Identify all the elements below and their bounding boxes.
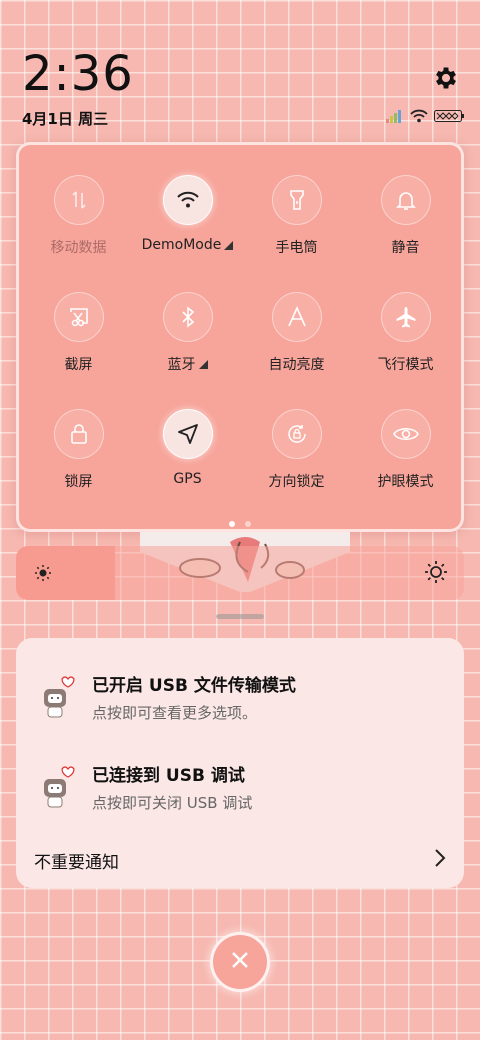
screenshot-icon bbox=[67, 305, 91, 329]
toggle-label: 自动亮度 bbox=[268, 357, 325, 373]
toggle-button[interactable] bbox=[271, 409, 322, 459]
toggle-label-wrap: 蓝牙 bbox=[168, 354, 208, 374]
battery-icon bbox=[434, 108, 464, 127]
toggle-tile[interactable]: 蓝牙 bbox=[133, 292, 242, 389]
flashlight-icon bbox=[286, 188, 308, 212]
toggle-tile[interactable]: 静音 bbox=[351, 175, 460, 272]
toggle-label-wrap: 截屏 bbox=[65, 354, 93, 374]
toggle-button[interactable] bbox=[380, 409, 431, 459]
toggle-label-wrap: 静音 bbox=[392, 237, 420, 257]
notification-card: 已开启 USB 文件传输模式 点按即可查看更多选项。 已连接到 USB 调试 点… bbox=[16, 638, 464, 888]
brightness-slider[interactable] bbox=[16, 546, 464, 600]
toggle-label: 锁屏 bbox=[64, 474, 93, 490]
page-dot-active bbox=[229, 521, 235, 527]
toggle-button[interactable] bbox=[53, 175, 104, 225]
toggle-button[interactable] bbox=[53, 409, 104, 459]
toggle-tile[interactable]: 方向锁定 bbox=[242, 409, 351, 506]
wifi-icon bbox=[176, 190, 200, 210]
toggle-tile[interactable]: 手电筒 bbox=[242, 175, 351, 272]
notification-usb-debug[interactable]: 已连接到 USB 调试 点按即可关闭 USB 调试 bbox=[36, 752, 446, 822]
toggle-label-wrap: 方向锁定 bbox=[269, 471, 325, 491]
notification-body: 点按即可关闭 USB 调试 bbox=[92, 794, 253, 812]
toggle-button[interactable] bbox=[271, 292, 322, 342]
chevron-right-icon[interactable] bbox=[434, 848, 446, 872]
signal-icon bbox=[386, 108, 404, 127]
toggle-label-wrap: GPS bbox=[173, 471, 201, 487]
toggle-tile[interactable]: 移动数据 bbox=[24, 175, 133, 272]
toggle-button[interactable] bbox=[271, 175, 322, 225]
app-mascot-icon bbox=[36, 763, 84, 811]
toggle-button[interactable] bbox=[162, 175, 213, 225]
page-dot bbox=[245, 521, 251, 527]
toggle-label: 方向锁定 bbox=[268, 474, 325, 490]
bluetooth-icon bbox=[178, 305, 198, 329]
toggle-tile[interactable]: DemoMode bbox=[133, 175, 242, 272]
toggle-tile[interactable]: 飞行模式 bbox=[351, 292, 460, 389]
expand-triangle-icon[interactable] bbox=[198, 359, 208, 369]
airplane-icon bbox=[394, 305, 418, 329]
control-center-panel: 移动数据 DemoMode 手电筒 静音截屏 蓝牙 自动亮度 飞行模式锁屏 GPS 方向锁定 护眼… bbox=[16, 142, 464, 532]
notification-body: 点按即可查看更多选项。 bbox=[92, 704, 258, 722]
clock: 2:36 bbox=[22, 46, 134, 102]
location-arrow-icon bbox=[176, 422, 200, 446]
brightness-fill bbox=[16, 546, 115, 600]
app-mascot-icon bbox=[36, 673, 84, 721]
status-icons bbox=[386, 108, 464, 127]
auto-brightness-icon bbox=[285, 305, 309, 329]
rotation-lock-icon bbox=[285, 422, 309, 446]
bell-icon bbox=[395, 188, 417, 212]
toggle-label-wrap: 护眼模式 bbox=[378, 471, 434, 491]
close-icon bbox=[231, 951, 249, 973]
toggle-label-wrap: 移动数据 bbox=[51, 237, 107, 257]
expand-triangle-icon[interactable] bbox=[224, 240, 234, 250]
date: 4月1日 周三 bbox=[22, 110, 109, 128]
brightness-low-icon bbox=[34, 564, 52, 586]
brightness-high-icon bbox=[424, 560, 448, 588]
notification-usb-transfer[interactable]: 已开启 USB 文件传输模式 点按即可查看更多选项。 bbox=[36, 662, 446, 732]
notification-title: 已连接到 USB 调试 bbox=[92, 766, 245, 786]
toggle-button[interactable] bbox=[380, 292, 431, 342]
less-important-notifications[interactable]: 不重要通知 bbox=[34, 848, 119, 873]
toggle-label: 截屏 bbox=[64, 357, 93, 373]
toggle-label-wrap: 自动亮度 bbox=[269, 354, 325, 374]
toggle-button[interactable] bbox=[162, 409, 213, 459]
eye-icon bbox=[392, 424, 419, 444]
lock-icon bbox=[68, 422, 90, 446]
toggle-button[interactable] bbox=[162, 292, 213, 342]
toggle-label: GPS bbox=[173, 471, 202, 487]
toggle-label: 移动数据 bbox=[50, 240, 107, 256]
gear-icon[interactable] bbox=[432, 64, 460, 92]
toggle-tile[interactable]: GPS bbox=[133, 409, 242, 506]
toggle-label: 护眼模式 bbox=[377, 474, 434, 490]
wifi-icon bbox=[410, 108, 428, 127]
toggle-label-wrap: DemoMode bbox=[142, 237, 234, 253]
toggle-tile[interactable]: 截屏 bbox=[24, 292, 133, 389]
toggle-label: 静音 bbox=[391, 240, 420, 256]
clear-all-button[interactable] bbox=[210, 932, 270, 992]
toggle-label-wrap: 飞行模式 bbox=[378, 354, 434, 374]
drag-handle[interactable] bbox=[216, 614, 264, 619]
toggle-grid: 移动数据 DemoMode 手电筒 静音截屏 蓝牙 自动亮度 飞行模式锁屏 GPS 方向锁定 护眼… bbox=[19, 175, 461, 506]
toggle-label-wrap: 手电筒 bbox=[276, 237, 318, 257]
notification-title: 已开启 USB 文件传输模式 bbox=[92, 676, 296, 696]
toggle-label: 蓝牙 bbox=[167, 357, 196, 373]
toggle-tile[interactable]: 锁屏 bbox=[24, 409, 133, 506]
page-indicator bbox=[19, 521, 461, 527]
mobile-data-icon bbox=[68, 189, 90, 211]
toggle-tile[interactable]: 自动亮度 bbox=[242, 292, 351, 389]
toggle-button[interactable] bbox=[380, 175, 431, 225]
toggle-label: 飞行模式 bbox=[377, 357, 434, 373]
toggle-button[interactable] bbox=[53, 292, 104, 342]
toggle-label-wrap: 锁屏 bbox=[65, 471, 93, 491]
toggle-label: DemoMode bbox=[141, 237, 222, 253]
toggle-tile[interactable]: 护眼模式 bbox=[351, 409, 460, 506]
toggle-label: 手电筒 bbox=[275, 240, 318, 256]
